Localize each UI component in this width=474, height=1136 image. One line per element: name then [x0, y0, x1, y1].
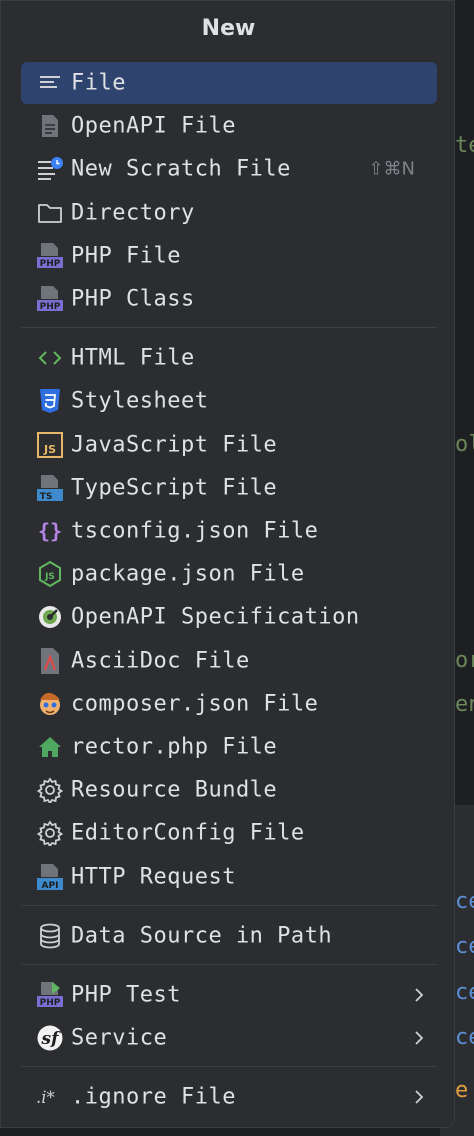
menu-item-typescript-file[interactable]: TS TypeScript File	[21, 467, 437, 509]
shortcut-hint: ⇧⌘N	[368, 158, 415, 180]
menu-item-http-request[interactable]: API HTTP Request	[21, 856, 437, 898]
svg-text:PHP: PHP	[40, 259, 61, 269]
menu-item-label: OpenAPI File	[71, 113, 236, 139]
menu-item-tsconfig-json-file[interactable]: {} tsconfig.json File	[21, 510, 437, 552]
nodejs-icon: JS	[36, 560, 64, 588]
new-file-popup: New File OpenAPI File New Scratch File ⇧⌘N D…	[0, 0, 455, 1128]
html-icon	[36, 344, 64, 372]
menu-item-file[interactable]: File	[21, 62, 437, 104]
menu-item-rector-php-file[interactable]: rector.php File	[21, 726, 437, 768]
chevron-right-icon	[411, 987, 427, 1003]
menu-item-stylesheet[interactable]: Stylesheet	[21, 380, 437, 422]
javascript-icon: JS	[36, 431, 64, 459]
menu-item-label: TypeScript File	[71, 475, 278, 501]
menu-item-label: HTML File	[71, 345, 195, 371]
menu-item-label: File	[71, 70, 126, 96]
menu-item-label: AsciiDoc File	[71, 648, 250, 674]
gear-icon	[36, 819, 64, 847]
editor-code-fragment: ol	[455, 432, 474, 457]
composer-icon	[36, 690, 64, 718]
menu-separator	[21, 904, 437, 906]
gear-icon	[36, 776, 64, 804]
menu-item-ignore-file[interactable]: .i* .ignore File	[21, 1076, 437, 1118]
editor-code-fragment: ce	[455, 934, 474, 959]
menu-item-openapi-file[interactable]: OpenAPI File	[21, 105, 437, 147]
menu-item-resource-bundle[interactable]: Resource Bundle	[21, 769, 437, 811]
svg-text:sf: sf	[41, 1029, 62, 1049]
menu-item-label: OpenAPI Specification	[71, 604, 360, 630]
menu-item-php-test[interactable]: PHP PHP Test	[21, 974, 437, 1016]
menu-item-label: Data Source in Path	[71, 923, 333, 949]
editor-code-fragment: ce	[455, 1025, 474, 1050]
menu-item-label: HTTP Request	[71, 864, 236, 890]
ignore-icon: .i*	[36, 1083, 64, 1111]
tsconfig-icon: {}	[36, 517, 64, 545]
menu-item-php-file[interactable]: PHP PHP File	[21, 235, 437, 277]
rector-house-icon	[36, 733, 64, 761]
svg-text:JS: JS	[43, 443, 56, 456]
menu-item-label: JavaScript File	[71, 432, 278, 458]
svg-text:{}: {}	[38, 519, 62, 543]
menu-item-label: Stylesheet	[71, 388, 209, 414]
menu-item-label: .ignore File	[71, 1084, 236, 1110]
menu-item-label: tsconfig.json File	[71, 518, 319, 544]
menu-item-label: PHP Class	[71, 286, 195, 312]
scratch-file-icon	[36, 155, 64, 183]
svg-text:PHP: PHP	[40, 302, 61, 312]
menu-item-label: New Scratch File	[71, 156, 291, 182]
folder-icon	[36, 199, 64, 227]
openapi-file-icon	[36, 112, 64, 140]
popup-title: New	[201, 16, 256, 41]
text-file-icon	[36, 69, 64, 97]
chevron-right-icon	[411, 1030, 427, 1046]
menu-item-package-json-file[interactable]: JS package.json File	[21, 553, 437, 595]
menu-item-editorconfig-file[interactable]: EditorConfig File	[21, 812, 437, 854]
svg-text:API: API	[42, 881, 59, 891]
menu-item-service[interactable]: sf Service	[21, 1017, 437, 1059]
editor-code-fragment: te	[455, 133, 474, 158]
menu-item-label: Directory	[71, 200, 195, 226]
menu-item-label: Resource Bundle	[71, 777, 278, 803]
database-icon	[36, 922, 64, 950]
menu-item-label: composer.json File	[71, 691, 319, 717]
menu-item-asciidoc-file[interactable]: AsciiDoc File	[21, 640, 437, 682]
chevron-right-icon	[411, 1089, 427, 1105]
css-icon	[36, 387, 64, 415]
menu-item-composer-json-file[interactable]: composer.json File	[21, 683, 437, 725]
menu-item-label: PHP Test	[71, 982, 181, 1008]
menu-item-javascript-file[interactable]: JS JavaScript File	[21, 424, 437, 466]
menu-item-directory[interactable]: Directory	[21, 192, 437, 234]
menu-item-data-source-in-path[interactable]: Data Source in Path	[21, 915, 437, 957]
editor-code-fragment: ce	[455, 980, 474, 1005]
svg-text:PHP: PHP	[40, 998, 61, 1008]
php-file-icon: PHP	[36, 242, 64, 270]
php-class-icon: PHP	[36, 285, 64, 313]
menu-separator	[21, 964, 437, 965]
menu-item-php-class[interactable]: PHP PHP Class	[21, 278, 437, 320]
svg-text:TS: TS	[40, 492, 53, 502]
openapi-spec-icon	[36, 603, 64, 631]
typescript-icon: TS	[36, 474, 64, 502]
editor-code-fragment: or	[455, 648, 474, 673]
editor-code-fragment: e	[455, 1078, 469, 1103]
editor-code-fragment: ce	[455, 889, 474, 914]
asciidoc-icon	[36, 647, 64, 675]
php-test-icon: PHP	[36, 981, 64, 1009]
menu-item-label: rector.php File	[71, 734, 278, 760]
menu-separator	[21, 1066, 437, 1068]
svg-text:.i*: .i*	[36, 1088, 55, 1107]
menu-item-label: package.json File	[71, 561, 305, 587]
menu-separator	[21, 327, 437, 329]
menu-item-label: EditorConfig File	[71, 820, 305, 846]
menu-item-label: Service	[71, 1025, 168, 1051]
menu-item-new-scratch-file[interactable]: New Scratch File ⇧⌘N	[21, 148, 437, 190]
svg-text:JS: JS	[44, 572, 55, 582]
api-icon: API	[36, 863, 64, 891]
menu-item-openapi-specification[interactable]: OpenAPI Specification	[21, 596, 437, 638]
editor-code-fragment: en	[455, 692, 474, 717]
menu-item-html-file[interactable]: HTML File	[21, 337, 437, 379]
menu-item-label: PHP File	[71, 243, 181, 269]
symfony-icon: sf	[36, 1024, 64, 1052]
